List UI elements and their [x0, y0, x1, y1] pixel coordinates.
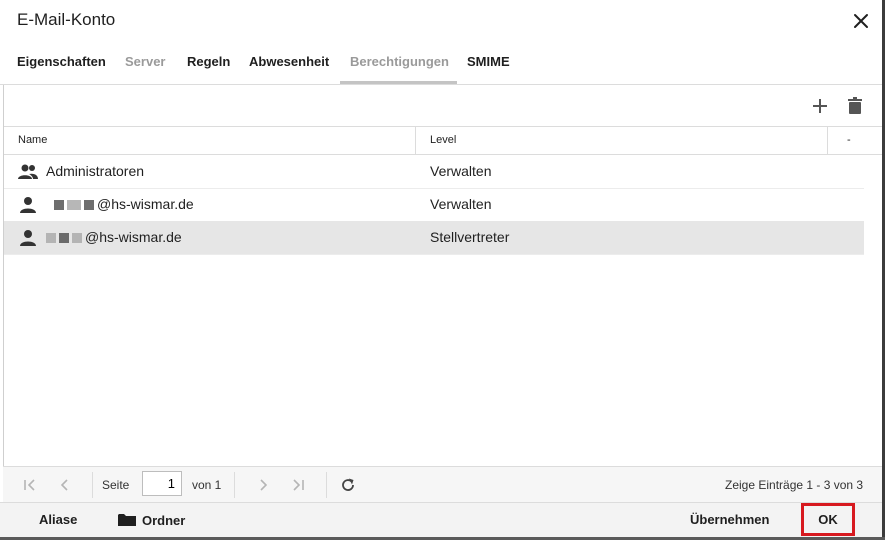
folder-icon: [118, 514, 136, 526]
redacted-block: [46, 233, 56, 244]
aliase-button[interactable]: Aliase: [39, 512, 77, 527]
row-name-wrap: @hs-wismar.de: [46, 196, 194, 212]
pager-divider: [234, 472, 235, 498]
plus-icon[interactable]: [809, 95, 831, 117]
dialog-footer: Aliase Ordner Übernehmen OK: [0, 502, 882, 538]
column-divider[interactable]: [827, 127, 828, 154]
dialog-title: E-Mail-Konto: [17, 10, 116, 29]
column-header-name[interactable]: Name: [18, 127, 47, 154]
page-number-input[interactable]: [142, 471, 182, 496]
ordner-button[interactable]: Ordner: [117, 512, 185, 528]
group-icon: [17, 162, 39, 182]
column-header-level[interactable]: Level: [430, 127, 456, 154]
tab-bar: Eigenschaften Server Regeln Abwesenheit …: [0, 44, 882, 84]
person-icon: [17, 195, 39, 215]
row-level: Verwalten: [430, 163, 492, 179]
apply-button[interactable]: Übernehmen: [690, 512, 769, 527]
grid-toolbar: [4, 85, 883, 127]
pager-summary: Zeige Einträge 1 - 3 von 3: [725, 478, 864, 492]
pagination-bar: Seite von 1 Zeige Einträge 1 - 3 von 3: [3, 466, 882, 502]
ordner-label: Ordner: [142, 513, 186, 528]
column-menu[interactable]: -: [847, 127, 851, 154]
tab-regeln[interactable]: Regeln: [187, 54, 230, 69]
row-name: @hs-wismar.de: [85, 229, 182, 245]
first-page-icon[interactable]: [21, 476, 39, 494]
permissions-panel: Name Level - Administratoren Verwalten @…: [3, 85, 883, 501]
table-row[interactable]: @hs-wismar.de Verwalten: [4, 188, 864, 222]
table-row[interactable]: Administratoren Verwalten: [4, 155, 864, 189]
tab-eigenschaften[interactable]: Eigenschaften: [17, 54, 106, 69]
person-icon: [17, 228, 39, 248]
last-page-icon[interactable]: [289, 476, 307, 494]
next-page-icon[interactable]: [254, 476, 272, 494]
redacted-block: [72, 233, 82, 244]
tab-berechtigungen[interactable]: Berechtigungen: [350, 54, 449, 69]
email-account-dialog: E-Mail-Konto Eigenschaften Server Regeln…: [0, 0, 883, 540]
row-level: Verwalten: [430, 196, 492, 212]
tab-smime[interactable]: SMIME: [467, 54, 510, 69]
grid-header: Name Level -: [4, 127, 883, 155]
page-count-label: von 1: [192, 478, 222, 492]
tab-server[interactable]: Server: [125, 54, 165, 69]
redacted-block: [54, 200, 64, 211]
pager-divider: [92, 472, 93, 498]
page-label: Seite: [102, 478, 130, 492]
redacted-block: [59, 233, 69, 244]
row-level: Stellvertreter: [430, 229, 510, 245]
close-icon[interactable]: [848, 8, 874, 34]
tab-abwesenheit[interactable]: Abwesenheit: [249, 54, 329, 69]
redacted-block: [67, 200, 81, 211]
pager-divider: [326, 472, 327, 498]
previous-page-icon[interactable]: [56, 476, 74, 494]
redacted-block: [84, 200, 94, 211]
row-name-wrap: @hs-wismar.de: [46, 229, 182, 245]
column-divider[interactable]: [415, 127, 416, 154]
row-name: Administratoren: [46, 163, 145, 179]
trash-icon[interactable]: [844, 95, 866, 117]
refresh-icon[interactable]: [339, 476, 357, 494]
row-name: @hs-wismar.de: [97, 196, 194, 212]
table-row[interactable]: @hs-wismar.de Stellvertreter: [4, 221, 864, 255]
ok-button[interactable]: OK: [801, 503, 855, 536]
